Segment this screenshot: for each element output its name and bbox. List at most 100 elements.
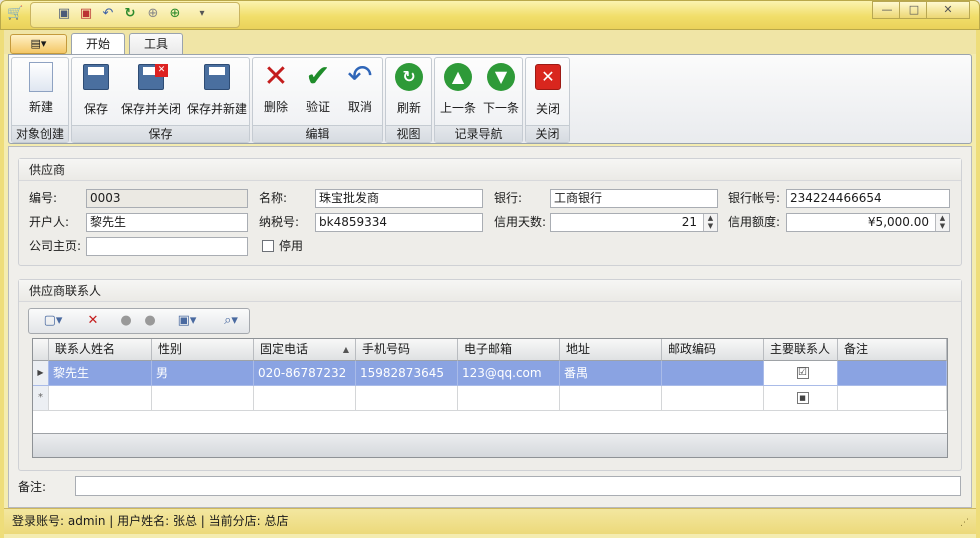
new-cell[interactable] [254, 386, 356, 411]
contacts-section-title: 供应商联系人 [19, 280, 961, 302]
application-menu-button[interactable]: ▤▾ [10, 34, 67, 54]
ribbon-group-close: ✕ 关闭 关闭 [525, 57, 570, 143]
undo-icon[interactable]: ↶ [100, 6, 116, 22]
tab-tools[interactable]: 工具 [129, 33, 183, 55]
save-close-icon[interactable]: ▣ [78, 6, 94, 22]
column-header-email[interactable]: 电子邮箱 [458, 339, 560, 361]
tab-start[interactable]: 开始 [71, 33, 125, 55]
notes-label: 备注: [18, 480, 47, 494]
tax-label: 纳税号: [259, 215, 300, 229]
notes-field[interactable] [75, 476, 961, 496]
new-cell-primary[interactable]: ■ [764, 386, 838, 411]
ribbon-group-create: 新建 对象创建 [11, 57, 69, 143]
refresh-icon[interactable]: ↻ [122, 6, 138, 22]
save-and-new-button[interactable]: 保存并新建 [186, 62, 248, 120]
row-indicator-icon: ▶ [33, 361, 49, 386]
status-bar: 登录账号: admin | 用户姓名: 张总 | 当前分店: 总店 [4, 508, 976, 534]
cancel-button[interactable]: ↶ 取消 [341, 62, 379, 120]
next-record-button[interactable]: ▼ 下一条 [480, 62, 522, 120]
column-header-address[interactable]: 地址 [560, 339, 662, 361]
floppy-new-icon [202, 64, 232, 94]
grid-row-header-corner [33, 339, 49, 361]
credit-limit-field[interactable]: ¥5,000.00 [786, 213, 950, 232]
minimize-button[interactable]: — [872, 1, 902, 19]
new-cell[interactable] [356, 386, 458, 411]
name-label: 名称: [259, 191, 288, 205]
disabled-checkbox[interactable] [262, 240, 274, 252]
ribbon-group-title: 关闭 [526, 125, 569, 142]
dropdown-icon[interactable]: ▾ [194, 6, 210, 22]
resize-grip-icon[interactable]: ⋰ [960, 518, 969, 528]
ribbon-group-title: 保存 [72, 125, 249, 142]
code-field[interactable]: 0003 [86, 189, 248, 208]
grid-delete-icon[interactable]: ✕ [84, 312, 102, 330]
cell-phone[interactable]: 020-86787232 [254, 361, 356, 386]
cell-email[interactable]: 123@qq.com [458, 361, 560, 386]
credit-days-spinner[interactable]: ▲ ▼ [703, 214, 717, 231]
column-header-note[interactable]: 备注 [838, 339, 947, 361]
ribbon-group-title: 编辑 [253, 125, 382, 142]
cell-zip[interactable] [662, 361, 764, 386]
name-field[interactable]: 珠宝批发商 [315, 189, 483, 208]
refresh-button[interactable]: ↻ 刷新 [389, 62, 429, 120]
new-cell[interactable] [458, 386, 560, 411]
new-cell[interactable] [152, 386, 254, 411]
down-icon[interactable]: ⊕ [167, 6, 183, 22]
new-button[interactable]: 新建 [16, 62, 66, 120]
grid-up-icon[interactable]: ● [117, 312, 135, 330]
bank-label: 银行: [494, 191, 523, 205]
ribbon-group-title: 对象创建 [12, 125, 68, 142]
new-cell[interactable] [49, 386, 152, 411]
cell-note[interactable] [838, 361, 947, 386]
primary-contact-checkbox[interactable]: ☑ [796, 367, 809, 379]
new-cell[interactable] [560, 386, 662, 411]
column-header-primary[interactable]: 主要联系人 [764, 339, 838, 361]
column-header-mobile[interactable]: 手机号码 [356, 339, 458, 361]
menu-icon: ▤▾ [30, 37, 47, 50]
indeterminate-checkbox[interactable]: ■ [796, 392, 809, 404]
credit-days-label: 信用天数: [494, 215, 547, 229]
ribbon-group-save: 保存 ✕ 保存并关闭 保存并新建 保存 [71, 57, 250, 143]
account-field[interactable]: 234224466654 [786, 189, 950, 208]
maximize-button[interactable]: □ [899, 1, 929, 19]
tax-field[interactable]: bk4859334 [315, 213, 483, 232]
close-window-button[interactable]: ✕ [926, 1, 970, 19]
homepage-label: 公司主页: [29, 239, 82, 253]
grid-new-icon[interactable]: ▢▾ [40, 312, 66, 330]
opener-field[interactable]: 黎先生 [86, 213, 248, 232]
close-button[interactable]: ✕ 关闭 [528, 62, 568, 120]
grid-down-icon[interactable]: ● [141, 312, 159, 330]
cell-name[interactable]: 黎先生 [49, 361, 152, 386]
new-cell[interactable] [662, 386, 764, 411]
validate-button[interactable]: ✔ 验证 [299, 62, 337, 120]
contacts-grid: 联系人姓名 性别 固定电话 ▲ 手机号码 电子邮箱 地址 邮政编码 主要联系人 备… [32, 338, 948, 458]
delete-button[interactable]: ✕ 删除 [257, 62, 295, 120]
cell-primary[interactable]: ☑ [764, 361, 838, 386]
bank-field[interactable]: 工商银行 [550, 189, 718, 208]
arrow-down-icon: ▼ [486, 63, 516, 93]
homepage-field[interactable] [86, 237, 248, 256]
cell-address[interactable]: 番禺 [560, 361, 662, 386]
column-header-gender[interactable]: 性别 [152, 339, 254, 361]
new-cell[interactable] [838, 386, 947, 411]
new-document-icon [26, 62, 56, 92]
up-icon[interactable]: ⊕ [145, 6, 161, 22]
save-button[interactable]: 保存 [76, 62, 116, 120]
cell-gender[interactable]: 男 [152, 361, 254, 386]
check-icon: ✔ [305, 59, 331, 94]
cell-mobile[interactable]: 15982873645 [356, 361, 458, 386]
credit-limit-spinner[interactable]: ▲ ▼ [935, 214, 949, 231]
column-header-zip[interactable]: 邮政编码 [662, 339, 764, 361]
save-icon[interactable]: ▣ [56, 6, 72, 22]
delete-x-icon: ✕ [263, 59, 289, 94]
previous-record-button[interactable]: ▲ 上一条 [437, 62, 479, 120]
credit-days-field[interactable]: 21 [550, 213, 718, 232]
grid-print-icon[interactable]: ▣▾ [172, 312, 202, 330]
ribbon-group-edit: ✕ 删除 ✔ 验证 ↶ 取消 编辑 [252, 57, 383, 143]
app-icon[interactable]: 🛒 [7, 6, 23, 22]
opener-label: 开户人: [29, 215, 70, 229]
save-and-close-button[interactable]: ✕ 保存并关闭 [120, 62, 182, 120]
column-header-phone[interactable]: 固定电话 ▲ [254, 339, 356, 361]
column-header-name[interactable]: 联系人姓名 [49, 339, 152, 361]
grid-search-icon[interactable]: ⌕▾ [216, 312, 246, 330]
